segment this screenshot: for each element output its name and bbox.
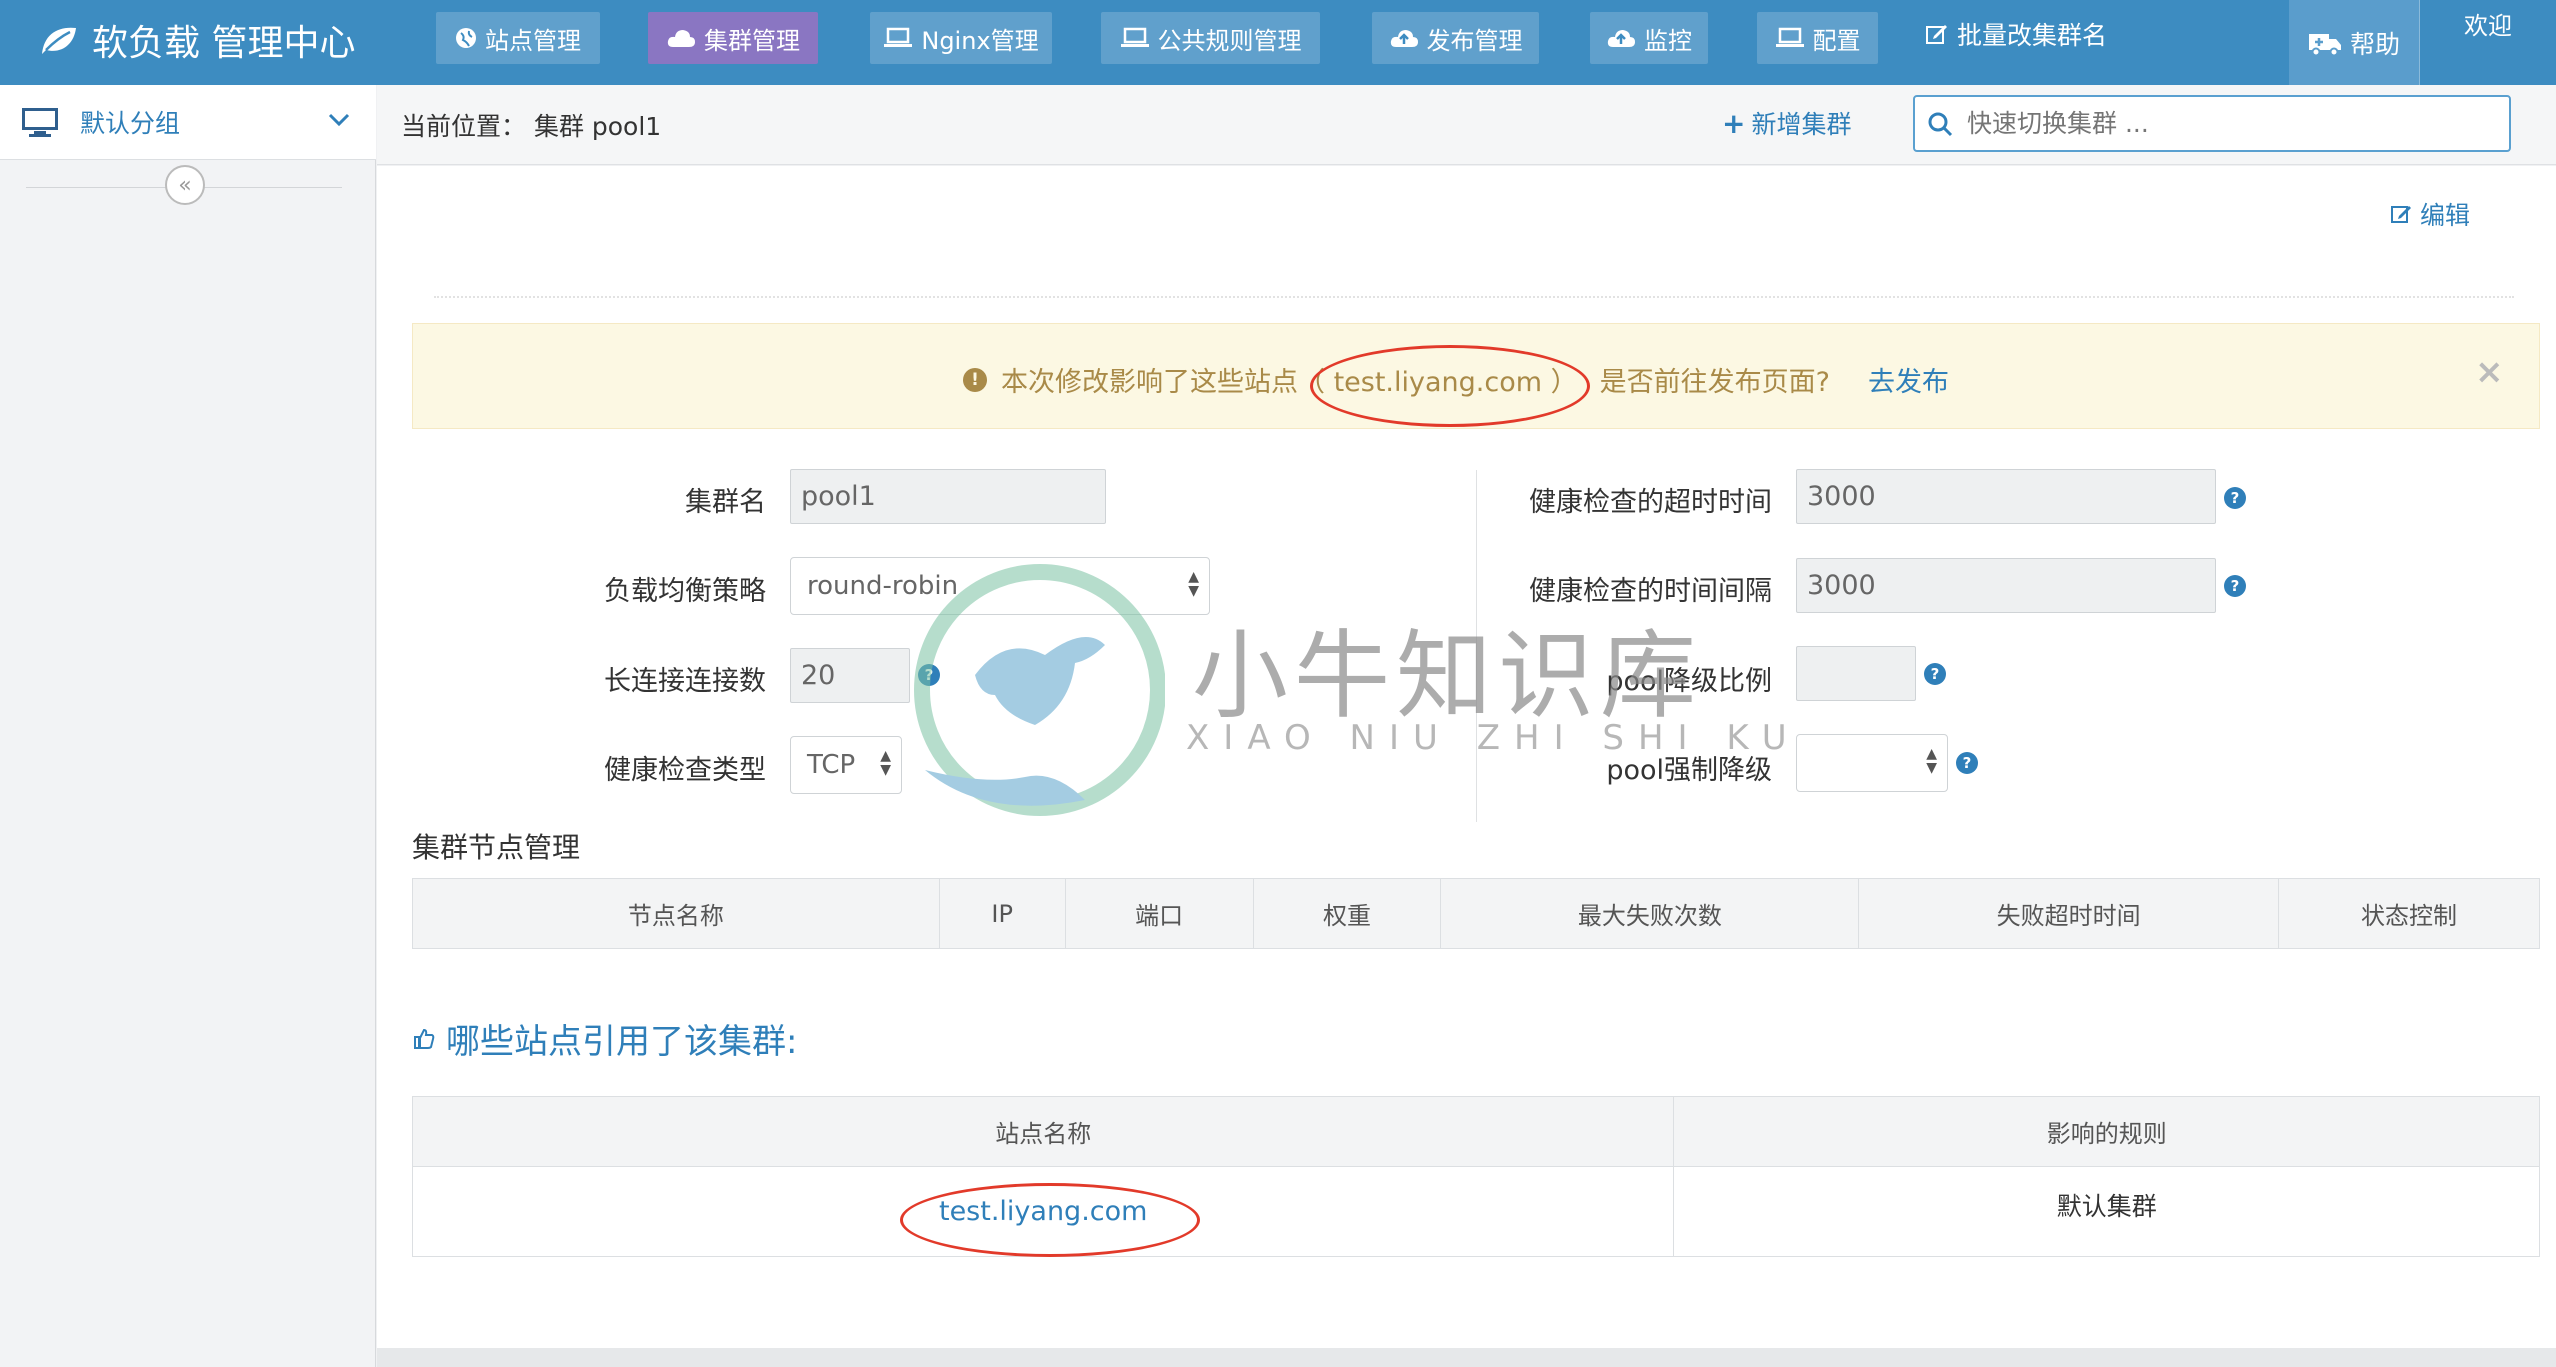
nav-nginx-management[interactable]: Nginx管理 xyxy=(870,12,1052,64)
add-cluster-button[interactable]: + 新增集群 xyxy=(1722,105,1851,141)
footer-strip xyxy=(377,1348,2556,1367)
welcome-menu[interactable]: 欢迎 xyxy=(2419,0,2556,85)
lb-strategy-label: 负载均衡策略 xyxy=(604,576,766,607)
cloud-upload-icon xyxy=(1390,30,1418,47)
cluster-name-label: 集群名 xyxy=(685,487,766,518)
column-header[interactable]: 状态控制 xyxy=(2278,878,2540,949)
keepalive-label: 长连接连接数 xyxy=(604,666,766,697)
hc-interval-field[interactable]: 3000 xyxy=(1796,558,2216,613)
close-alert-button[interactable]: × xyxy=(2475,352,2504,392)
pool-force-select[interactable]: ▲ ▼ xyxy=(1796,734,1948,792)
hc-type-value: TCP xyxy=(807,750,856,780)
nav-config[interactable]: 配置 xyxy=(1757,12,1878,64)
top-navbar: 软负载 管理中心 站点管理 集群管理 Nginx管理 公共规则管理 发布管理 监… xyxy=(0,0,2556,85)
nav-label: 公共规则管理 xyxy=(1157,26,1302,55)
column-header[interactable]: IP xyxy=(938,878,1066,949)
annotation-circle xyxy=(1310,345,1590,427)
table-header-row: 节点名称 IP 端口 权重 最大失败次数 失败超时时间 状态控制 xyxy=(412,878,2540,949)
refs-section-title: 哪些站点引用了该集群: xyxy=(412,1014,797,1063)
group-selector[interactable]: 默认分组 xyxy=(0,85,376,160)
column-header[interactable]: 节点名称 xyxy=(412,878,940,949)
edit-icon xyxy=(1926,25,1947,44)
laptop-icon xyxy=(1120,27,1149,47)
chevron-down-icon xyxy=(328,113,350,127)
rule-cell: 默认集群 xyxy=(1673,1166,2540,1257)
collapse-sidebar-button[interactable]: « xyxy=(165,165,205,205)
table-header-row: 站点名称 影响的规则 xyxy=(411,1096,2540,1167)
column-header[interactable]: 权重 xyxy=(1252,878,1442,949)
nodes-table: 节点名称 IP 端口 权重 最大失败次数 失败超时时间 状态控制 xyxy=(412,878,2540,949)
column-header[interactable]: 端口 xyxy=(1064,878,1254,949)
help-icon[interactable]: ? xyxy=(1924,663,1946,685)
sidebar: 默认分组 « xyxy=(0,85,376,1367)
watermark-text: 小牛知识库 xyxy=(1192,620,1702,732)
keepalive-field[interactable]: 20 xyxy=(790,648,910,703)
laptop-icon xyxy=(1775,27,1804,47)
cloud-icon xyxy=(667,30,695,47)
breadcrumb: 当前位置： 集群 pool1 xyxy=(401,112,662,141)
brand-title: 软负载 管理中心 xyxy=(92,23,356,64)
hc-timeout-field[interactable]: 3000 xyxy=(1796,469,2216,524)
edit-label: 编辑 xyxy=(2420,201,2471,230)
help-icon[interactable]: ? xyxy=(1956,752,1978,774)
column-header[interactable]: 站点名称 xyxy=(411,1096,1675,1167)
hc-type-label: 健康检查类型 xyxy=(604,755,766,786)
watermark-subtext: XIAO NIU ZHI SHI KU xyxy=(1186,718,1801,758)
divider xyxy=(434,296,2514,298)
go-publish-link[interactable]: 去发布 xyxy=(1868,360,1949,399)
bull-logo-icon xyxy=(914,564,1166,816)
brand[interactable]: 软负载 管理中心 xyxy=(38,10,355,70)
nav-label: 监控 xyxy=(1644,26,1692,55)
nav-monitor[interactable]: 监控 xyxy=(1590,12,1708,64)
table-row: test.liyang.com 默认集群 xyxy=(411,1166,2540,1257)
nav-site-management[interactable]: 站点管理 xyxy=(436,12,600,64)
help-icon[interactable]: ? xyxy=(2224,487,2246,509)
nav-label: 发布管理 xyxy=(1426,26,1523,55)
search-input[interactable] xyxy=(1965,108,2485,139)
search-icon xyxy=(1928,112,1953,136)
nav-label: 配置 xyxy=(1812,26,1861,55)
select-arrows-icon: ▲ ▼ xyxy=(880,748,891,778)
breadcrumb-bar: 当前位置： 集群 pool1 + 新增集群 xyxy=(377,85,2556,165)
plus-icon: + xyxy=(1722,106,1746,140)
add-cluster-label: 新增集群 xyxy=(1751,110,1852,139)
hc-timeout-label: 健康检查的超时时间 xyxy=(1529,487,1772,518)
alert-question: 是否前往发布页面? xyxy=(1599,367,1830,398)
nav-label: 批量改集群名 xyxy=(1957,21,2108,50)
nav-label: Nginx管理 xyxy=(921,26,1039,55)
column-header[interactable]: 失败超时时间 xyxy=(1858,878,2280,949)
refs-title-label: 哪些站点引用了该集群: xyxy=(446,1022,798,1062)
cluster-name-field[interactable]: pool1 xyxy=(790,469,1106,524)
pool-ratio-field[interactable] xyxy=(1796,646,1916,701)
nav-publish-management[interactable]: 发布管理 xyxy=(1372,12,1539,64)
edit-button[interactable]: 编辑 xyxy=(2390,196,2470,232)
monitor-icon xyxy=(22,108,58,137)
nav-label: 集群管理 xyxy=(704,26,800,55)
ambulance-icon xyxy=(2308,33,2341,56)
group-label: 默认分组 xyxy=(80,109,181,138)
select-arrows-icon: ▲ ▼ xyxy=(1926,746,1937,776)
cluster-search[interactable] xyxy=(1913,95,2511,152)
warning-icon: ! xyxy=(963,367,987,392)
thumbs-up-icon xyxy=(414,1028,435,1049)
refs-table: 站点名称 影响的规则 test.liyang.com 默认集群 xyxy=(411,1096,2540,1257)
help-button[interactable]: 帮助 xyxy=(2289,0,2419,85)
laptop-icon xyxy=(884,27,913,47)
nav-label: 站点管理 xyxy=(485,26,581,55)
column-header[interactable]: 最大失败次数 xyxy=(1440,878,1860,949)
help-icon[interactable]: ? xyxy=(2224,575,2246,597)
leaf-icon xyxy=(42,27,76,54)
help-label: 帮助 xyxy=(2349,29,2400,59)
nav-batch-rename[interactable]: 批量改集群名 xyxy=(1925,12,2107,56)
cloud-upload-icon xyxy=(1607,30,1635,47)
edit-icon xyxy=(2391,206,2411,223)
alert-prefix: 本次修改影响了这些站点 xyxy=(1001,367,1298,398)
nav-cluster-management[interactable]: 集群管理 xyxy=(648,12,818,64)
hc-type-select[interactable]: TCP ▲ ▼ xyxy=(790,736,902,794)
nav-public-rules[interactable]: 公共规则管理 xyxy=(1101,12,1320,64)
annotation-circle xyxy=(900,1183,1200,1257)
globe-icon xyxy=(456,28,476,48)
nodes-section-title: 集群节点管理 xyxy=(412,831,581,864)
column-header[interactable]: 影响的规则 xyxy=(1673,1096,2540,1167)
